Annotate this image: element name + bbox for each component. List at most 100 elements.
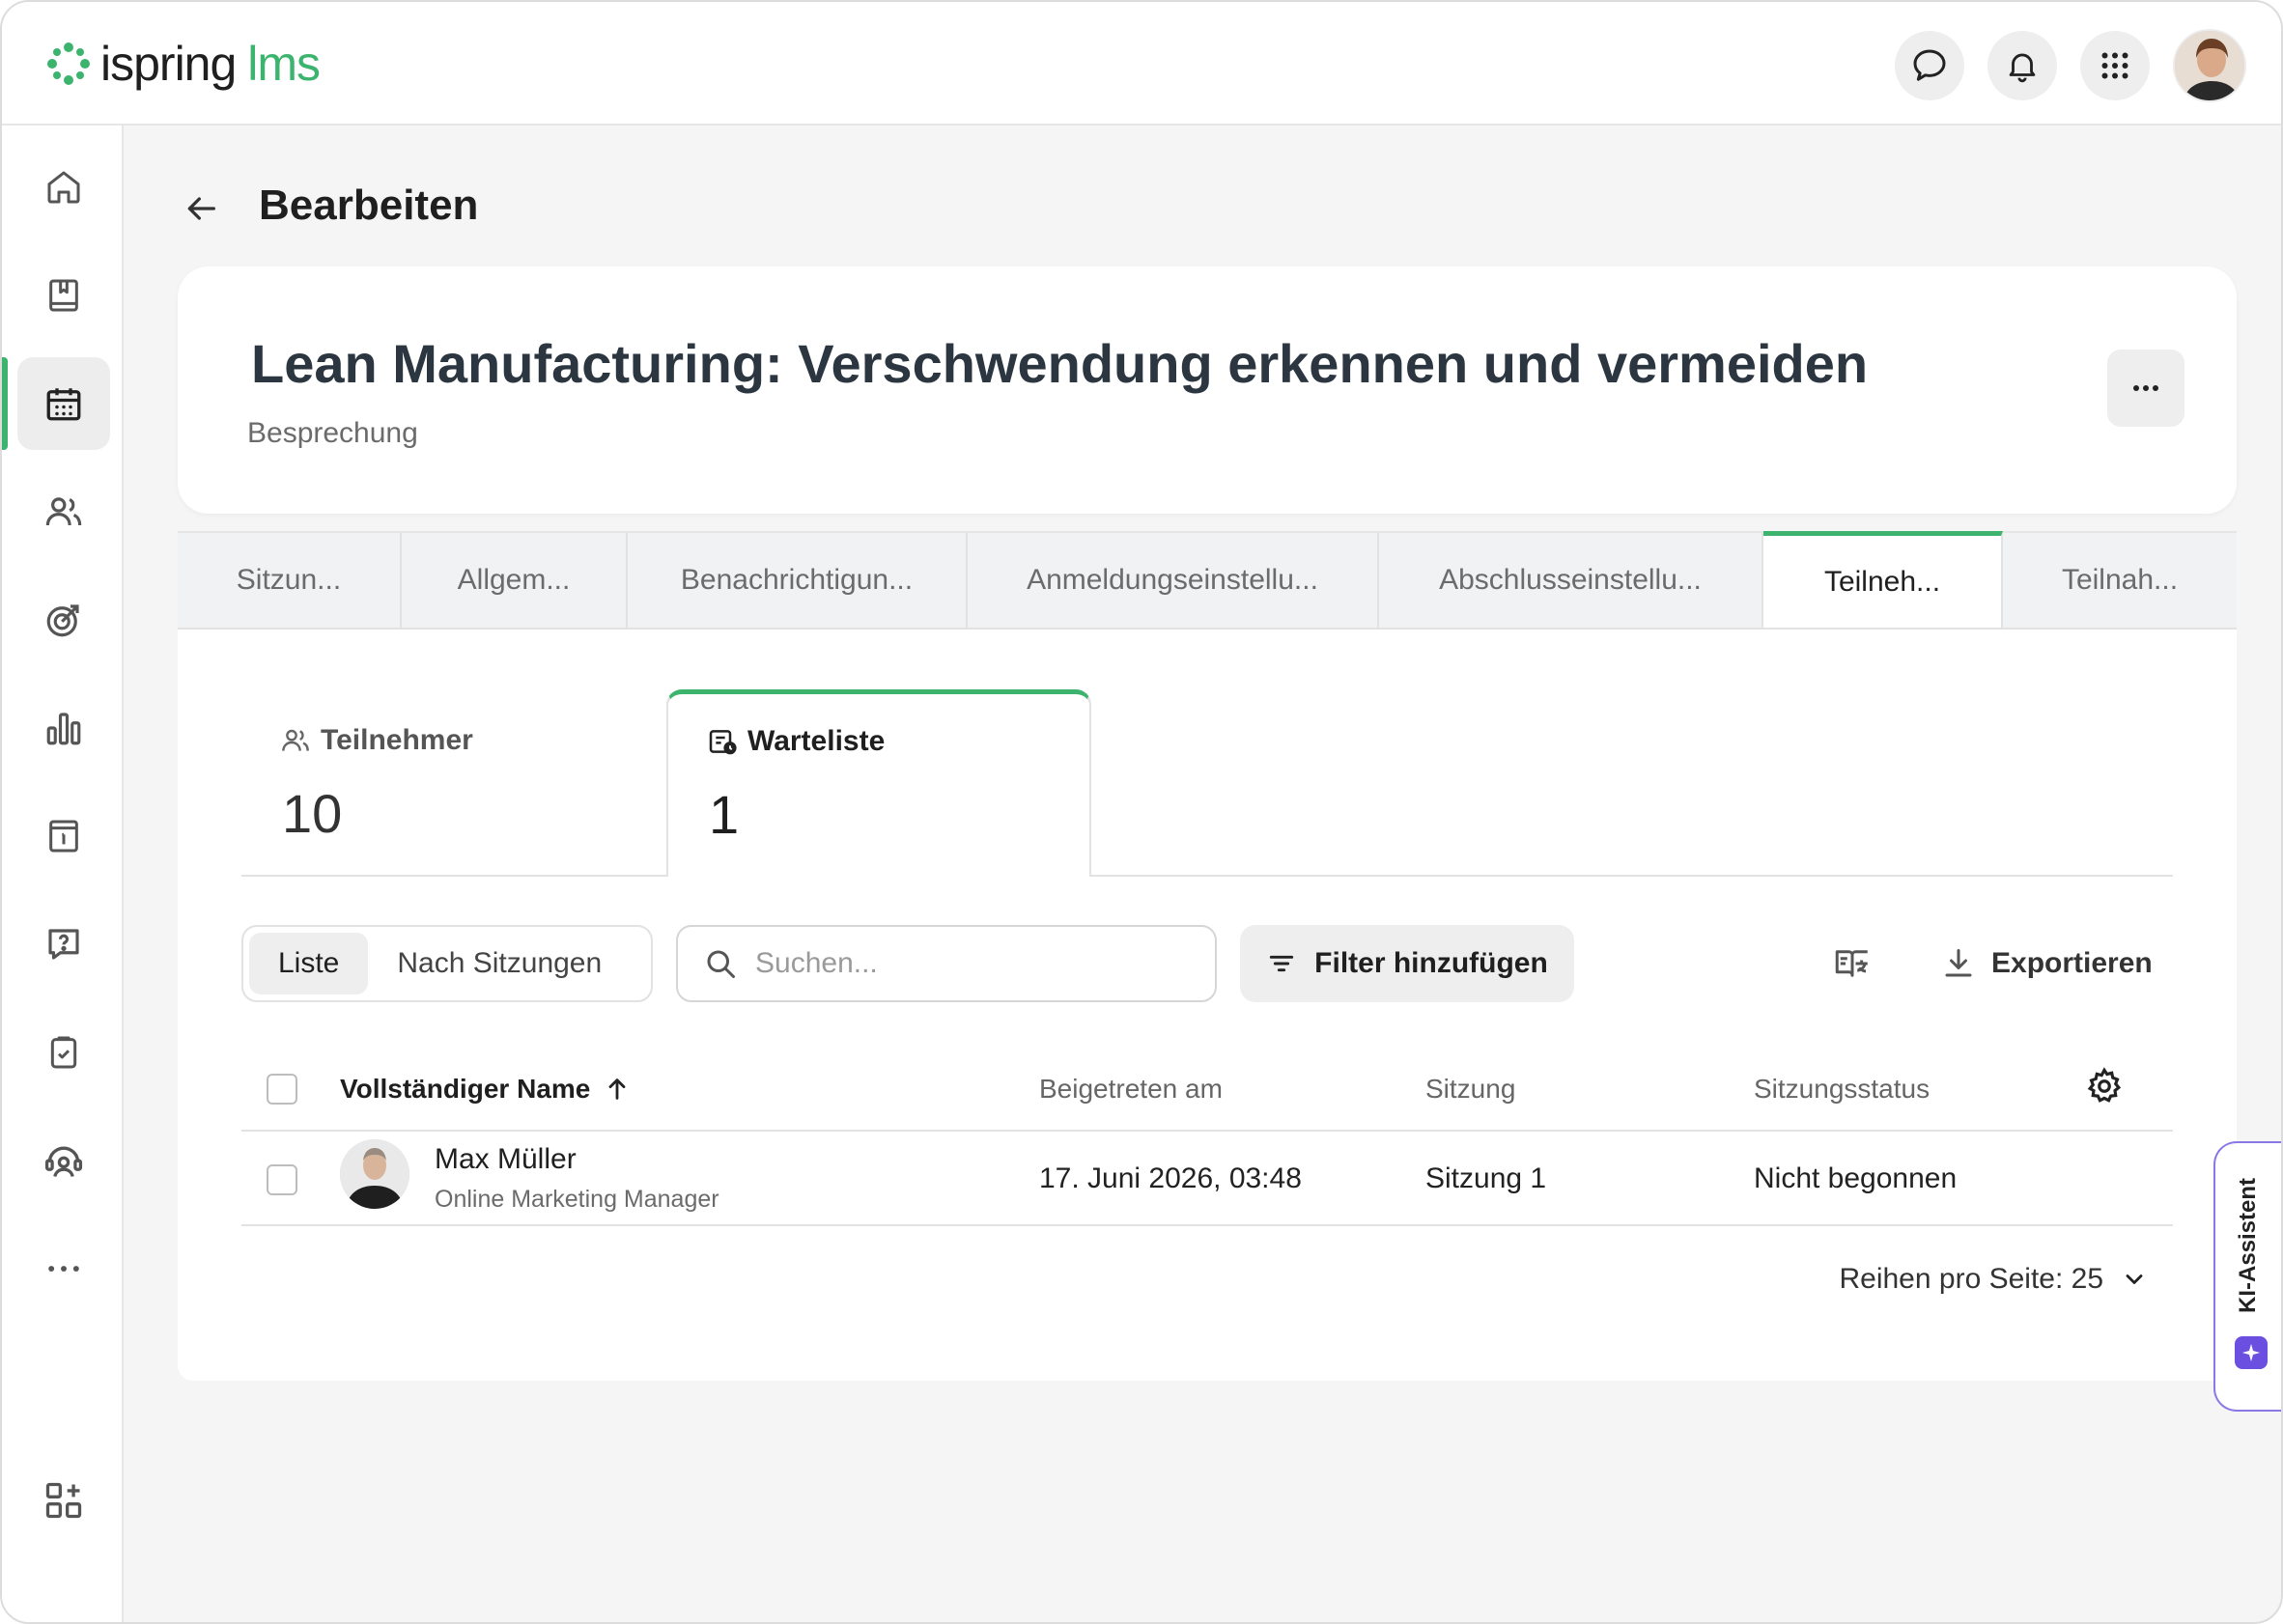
avatar [340, 1139, 409, 1209]
notifications-button[interactable] [1987, 31, 2057, 100]
gear-icon [2087, 1067, 2122, 1103]
session-name: Sitzung 1 [1425, 1162, 1547, 1194]
nav-more[interactable] [17, 1222, 110, 1315]
search-icon [707, 950, 735, 978]
nav-home[interactable] [17, 141, 110, 234]
export-button[interactable]: Exportieren [1941, 925, 2153, 1002]
add-widget-icon [45, 1482, 82, 1519]
translate-view-button[interactable] [1825, 937, 1879, 991]
logo-text: ispring [100, 37, 237, 91]
rows-per-page-label: Reihen pro Seite: 25 [1839, 1263, 2103, 1295]
users-icon [282, 729, 309, 751]
nav-calendar[interactable] [17, 357, 110, 450]
logo-icon [47, 42, 90, 85]
logo-suffix: lms [247, 37, 321, 91]
clipboard-check-icon [50, 1036, 77, 1069]
tab-general[interactable]: Allgem... [402, 531, 628, 628]
nav-support[interactable] [17, 1114, 110, 1207]
participants-count: 10 [282, 783, 343, 844]
nav-reports[interactable] [17, 682, 110, 774]
select-all-checkbox[interactable] [267, 1074, 297, 1105]
rows-per-page-select[interactable]: Reihen pro Seite: 25 [1839, 1263, 2148, 1296]
column-full-name[interactable]: Vollständiger Name [340, 1074, 631, 1105]
top-bar: ispring lms [2, 2, 2281, 126]
view-list-option[interactable]: Liste [249, 933, 369, 994]
ai-assistant-tab[interactable]: KI-Assistent [2213, 1141, 2281, 1412]
nav-help[interactable] [17, 898, 110, 991]
bell-icon [2009, 53, 2036, 83]
tab-sessions[interactable]: Sitzun... [178, 531, 402, 628]
sidebar [2, 126, 124, 1622]
nav-tasks[interactable] [17, 1006, 110, 1099]
more-horizontal-icon [48, 1266, 79, 1272]
view-by-sessions-option[interactable]: Nach Sitzungen [368, 933, 631, 994]
sort-ascending-icon [608, 1078, 626, 1100]
nav-add-widget[interactable] [17, 1454, 110, 1547]
chat-icon [1913, 49, 1946, 81]
waitlist-icon [709, 730, 737, 755]
column-session[interactable]: Sitzung [1425, 1074, 1515, 1105]
add-filter-button[interactable]: Filter hinzufügen [1240, 925, 1574, 1002]
app-window: ispring lms Bearbeiten Lean Manufacturin… [0, 0, 2283, 1624]
tab-notifications[interactable]: Benachrichtigun... [628, 531, 968, 628]
session-status: Nicht begonnen [1754, 1162, 1958, 1194]
column-settings-button[interactable] [2084, 1066, 2125, 1111]
home-icon [47, 171, 80, 204]
back-button[interactable] [176, 183, 226, 234]
participants-stat-tab[interactable]: Teilnehmer 10 [241, 689, 668, 877]
headset-user-icon [44, 1146, 83, 1177]
column-session-status[interactable]: Sitzungsstatus [1754, 1074, 1930, 1105]
tab-registration-settings[interactable]: Anmeldungseinstellu... [968, 531, 1379, 628]
waitlist-count: 1 [709, 784, 740, 845]
nav-courses[interactable] [17, 249, 110, 342]
joined-date: 17. Juni 2026, 03:48 [1039, 1162, 1302, 1194]
sparkle-icon [2235, 1336, 2268, 1369]
book-icon [49, 279, 78, 312]
book-translate-icon [1835, 950, 1868, 977]
ai-assistant-label: KI-Assistent [2235, 1177, 2261, 1313]
logo[interactable]: ispring lms [44, 33, 321, 95]
event-header-card: Lean Manufacturing: Verschwendung erkenn… [178, 266, 2237, 514]
divider [1089, 875, 2173, 877]
user-avatar[interactable] [2173, 29, 2246, 102]
calendar-icon [46, 388, 81, 421]
event-type: Besprechung [247, 417, 418, 449]
participants-panel: Teilnehmer 10 Warteliste 1 Liste Nach Si… [178, 630, 2237, 1381]
avatar-photo-icon [2175, 31, 2244, 100]
target-icon [46, 604, 79, 637]
event-title: Lean Manufacturing: Verschwendung erkenn… [251, 333, 1869, 394]
active-indicator [2, 357, 8, 450]
apps-button[interactable] [2080, 31, 2150, 100]
users-icon [45, 497, 82, 526]
help-chat-icon [48, 929, 79, 960]
chart-bars-icon [46, 713, 81, 745]
chat-button[interactable] [1895, 31, 1964, 100]
person-photo-icon [340, 1139, 409, 1209]
page-title: Bearbeiten [259, 182, 479, 229]
participant-name[interactable]: Max Müller [435, 1143, 577, 1176]
nav-info[interactable] [17, 790, 110, 882]
add-filter-label: Filter hinzufügen [1314, 947, 1548, 979]
export-label: Exportieren [1991, 947, 2153, 979]
row-checkbox[interactable] [267, 1164, 297, 1195]
column-joined[interactable]: Beigetreten am [1039, 1074, 1223, 1105]
tab-bar: Sitzun... Allgem... Benachrichtigun... A… [178, 531, 2237, 630]
waitlist-stat-tab[interactable]: Warteliste 1 [666, 689, 1091, 877]
tab-attendance[interactable]: Teilnah... [2003, 531, 2237, 628]
apps-grid-icon [2101, 52, 2128, 79]
nav-users[interactable] [17, 465, 110, 558]
view-toggle: Liste Nach Sitzungen [241, 925, 653, 1002]
nav-goals[interactable] [17, 574, 110, 666]
waitlist-stat-label: Warteliste [707, 725, 885, 758]
tab-participants[interactable]: Teilneh... [1763, 531, 2003, 628]
column-full-name-label: Vollständiger Name [340, 1074, 591, 1104]
participants-stat-label: Teilnehmer [280, 724, 473, 757]
search-box [676, 925, 1217, 1002]
waitlist-label: Warteliste [747, 725, 886, 757]
table-row[interactable]: Max Müller Online Marketing Manager 17. … [241, 1134, 2173, 1226]
search-input[interactable] [755, 947, 1180, 980]
more-options-button[interactable] [2107, 350, 2184, 427]
more-horizontal-icon [2133, 385, 2158, 391]
download-icon [1945, 949, 1972, 977]
tab-completion-settings[interactable]: Abschlusseinstellu... [1379, 531, 1763, 628]
